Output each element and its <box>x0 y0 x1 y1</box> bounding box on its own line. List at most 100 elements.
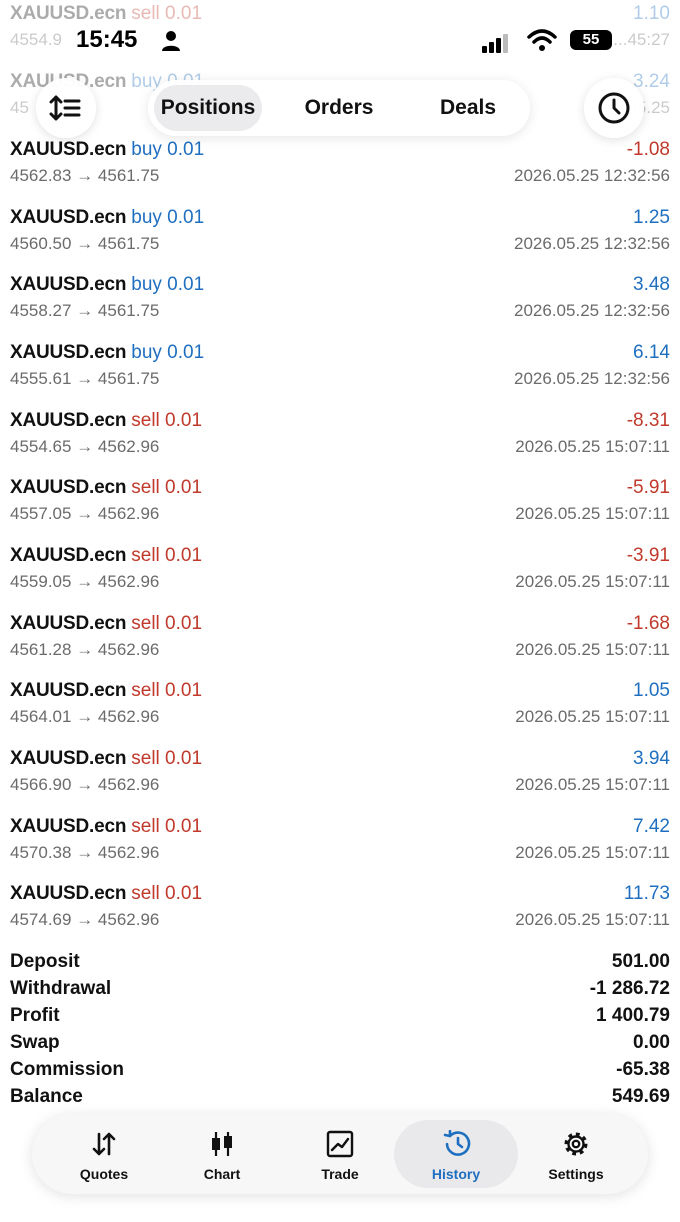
trade-profit: 1.25 <box>633 207 670 228</box>
trade-symbol-line: XAUUSD.ecn sell 0.01 <box>10 409 202 433</box>
trade-profit: 3.94 <box>633 748 670 769</box>
trade-symbol: XAUUSD.ecn <box>10 477 127 498</box>
trade-symbol-line: XAUUSD.ecnbuy 0.01 <box>10 273 204 297</box>
tab-orders[interactable]: Orders <box>282 85 396 131</box>
arrow-right-icon: → <box>76 775 94 794</box>
trade-side: sell 0.01 <box>131 3 202 24</box>
trade-volume: 0.01 <box>165 410 203 431</box>
nav-quotes[interactable]: Quotes <box>42 1120 166 1188</box>
nav-settings[interactable]: Settings <box>514 1120 638 1188</box>
trade-chart-icon <box>326 1130 354 1158</box>
summary-label: Deposit <box>10 951 80 972</box>
trade-row[interactable]: XAUUSD.ecn buy 0.01 -1.08 4562.83 → 4561.75… <box>0 138 680 206</box>
trade-symbol-line: XAUUSD.ecn sell 0.01 <box>10 612 202 636</box>
trade-row[interactable]: XAUUSD.ecn sell 0.01 3.94 4566.90 → 4562.96… <box>0 747 680 815</box>
summary-row-profit: Profit 1 400.79 <box>10 1002 670 1029</box>
trade-prices: 4560.50 → 4561.75 <box>10 233 159 255</box>
trade-volume: 0.01 <box>165 748 203 769</box>
trade-side: sell 0.01 <box>131 410 202 431</box>
arrow-right-icon: → <box>76 640 94 659</box>
trade-time: 2026.05.25 12:32:56 <box>514 301 670 320</box>
trade-side-type: buy <box>131 274 162 295</box>
sort-button[interactable] <box>36 78 96 138</box>
wifi-icon <box>527 29 557 51</box>
trade-price-close: 4562.96 <box>97 843 160 862</box>
nav-history[interactable]: History <box>394 1120 518 1188</box>
trade-volume: 0.01 <box>167 139 205 160</box>
trade-volume: 0.01 <box>165 477 203 498</box>
trade-prices: 4559.05 → 4562.96 <box>10 571 159 593</box>
trade-time: 2026.05.25 15:07:11 <box>515 775 670 794</box>
trade-symbol-line: XAUUSD.ecn sell 0.01 <box>10 747 202 771</box>
trade-row[interactable]: XAUUSD.ecn sell 0.01 -5.91 4557.05 → 4562.9… <box>0 476 680 544</box>
trade-time: 2026.05.25 12:32:56 <box>514 369 670 388</box>
trade-row[interactable]: XAUUSD.ecn buy 0.01 3.48 4558.27 → 4561.75 2… <box>0 273 680 341</box>
trade-symbol-line: XAUUSD.ecnbuy 0.01 <box>10 341 204 365</box>
trade-row[interactable]: XAUUSD.ecn buy 0.01 6.14 4555.61 → 4561.75 2… <box>0 341 680 409</box>
trade-side: sell 0.01 <box>131 477 202 498</box>
tab-deals[interactable]: Deals <box>418 85 518 131</box>
trade-time: 2026.05.25 15:07:11 <box>515 437 670 456</box>
arrow-right-icon: → <box>76 369 94 388</box>
trade-price-open: 4560.50 <box>10 234 72 253</box>
nav-trade[interactable]: Trade <box>278 1120 402 1188</box>
trade-side-type: sell <box>131 613 160 634</box>
arrow-right-icon: → <box>76 437 94 456</box>
trade-time: 2026.05.25 15:07:11 <box>515 572 670 591</box>
nav-chart[interactable]: Chart <box>160 1120 284 1188</box>
trade-profit: -8.31 <box>626 410 670 431</box>
trade-row[interactable]: XAUUSD.ecn sell 0.01 -3.91 4559.05 → 4562.9… <box>0 544 680 612</box>
trade-profit: 6.14 <box>633 342 670 363</box>
trade-row[interactable]: XAUUSD.ecn sell 0.01 11.73 4574.69 → 4562.9… <box>0 882 680 950</box>
summary-label: Commission <box>10 1059 125 1080</box>
summary-row-swap: Swap 0.00 <box>10 1029 670 1056</box>
trade-time: 2026.05.25 12:32:56 <box>514 234 670 253</box>
trade-side: buy 0.01 <box>131 274 204 295</box>
trade-symbol-line: XAUUSD.ecnbuy 0.01 <box>10 206 204 230</box>
tab-positions[interactable]: Positions <box>154 85 262 131</box>
trade-price-open: 4559.05 <box>10 572 72 591</box>
trade-volume: 0.01 <box>165 816 203 837</box>
trade-price-open: 4555.61 <box>10 369 72 388</box>
trade-prices: 4558.27 → 4561.75 <box>10 300 159 322</box>
trade-side: sell 0.01 <box>131 680 202 701</box>
trade-price-open: 4561.28 <box>10 640 72 659</box>
gear-icon <box>564 1132 588 1156</box>
summary-label: Profit <box>10 1005 60 1026</box>
trade-symbol: XAUUSD.ecn <box>10 883 127 904</box>
arrow-right-icon: → <box>76 572 94 591</box>
trade-price-open: 4574.69 <box>10 910 72 929</box>
trade-price-open: 4554.65 <box>10 437 72 456</box>
trade-prices: 4557.05 → 4562.96 <box>10 503 159 525</box>
trade-row[interactable]: XAUUSD.ecn sell 0.01 -8.31 4554.65 → 4562.9… <box>0 409 680 477</box>
history-clock-icon <box>443 1130 471 1156</box>
trade-side-type: buy <box>131 139 162 160</box>
trade-volume: 0.01 <box>167 207 205 228</box>
trade-side-type: sell <box>131 883 160 904</box>
period-button[interactable] <box>584 78 644 138</box>
trade-price-open: 4557.05 <box>10 504 72 523</box>
trade-symbol: XAUUSD.ecn <box>10 748 127 769</box>
arrow-right-icon: → <box>76 910 94 929</box>
trade-prices: 4564.01 → 4562.96 <box>10 706 159 728</box>
trade-row[interactable]: XAUUSD.ecn sell 0.01 1.05 4564.01 → 4562.96… <box>0 679 680 747</box>
cell-signal-icon <box>482 34 510 53</box>
nav-trade-label: Trade <box>321 1166 359 1182</box>
trade-prices: 4555.61 → 4561.75 <box>10 368 159 390</box>
person-icon <box>162 31 180 51</box>
trade-side-type: sell <box>131 748 160 769</box>
trade-price-close: 4562.96 <box>97 504 160 523</box>
trade-price-open: 4564.01 <box>10 707 72 726</box>
trade-row[interactable]: XAUUSD.ecn buy 0.01 1.25 4560.50 → 4561.75 2… <box>0 206 680 274</box>
candlestick-icon <box>212 1132 232 1156</box>
trade-row[interactable]: XAUUSD.ecn sell 0.01 -1.68 4561.28 → 4562.9… <box>0 612 680 680</box>
trade-price-close: 4561.75 <box>97 301 160 320</box>
trade-price-open: 4570.38 <box>10 843 72 862</box>
summary-label: Balance <box>10 1086 83 1107</box>
summary-label: Swap <box>10 1032 60 1053</box>
trade-price-close: 4562.96 <box>97 707 160 726</box>
trade-row[interactable]: XAUUSD.ecn sell 0.01 7.42 4570.38 → 4562.96… <box>0 815 680 883</box>
arrow-right-icon: → <box>76 707 94 726</box>
trade-price-open: 4562.83 <box>10 166 72 185</box>
trade-profit: -1.08 <box>626 139 670 160</box>
